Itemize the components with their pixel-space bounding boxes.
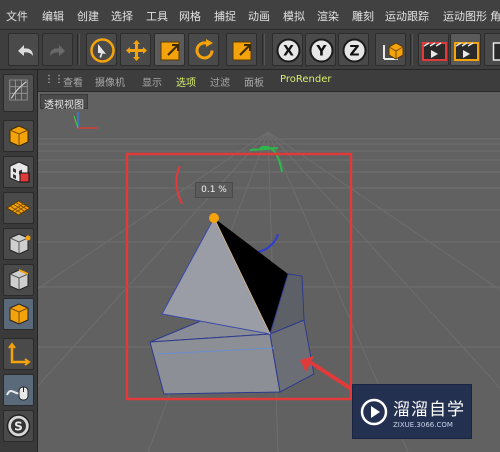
menu-edit[interactable]: 编辑 <box>42 8 64 24</box>
viewport-menu-view[interactable]: 查看 <box>63 74 83 89</box>
toolbar-separator <box>410 34 413 65</box>
render-settings-button[interactable] <box>484 33 500 66</box>
world-axis-gizmo <box>73 112 98 129</box>
coordinate-system-button[interactable] <box>375 33 406 66</box>
model-mode-icon <box>9 125 29 147</box>
menu-file[interactable]: 文件 <box>6 8 28 24</box>
x-axis-icon: X <box>276 38 301 63</box>
rotate-icon <box>195 39 214 60</box>
main-toolbar: X Y Z <box>0 30 500 70</box>
scale-icon <box>160 41 180 61</box>
viewport-menu-filter[interactable]: 过滤 <box>210 74 230 89</box>
pyramid-object[interactable] <box>161 213 305 335</box>
live-selection-button[interactable] <box>86 33 117 66</box>
workplane-icon <box>6 200 31 216</box>
viewport-menu-prorender[interactable]: ProRender <box>280 74 331 85</box>
zoom-percent-readout: 0.1 % <box>195 182 233 198</box>
viewport-grip-icon[interactable]: ⋮⋮ <box>44 74 64 85</box>
model-mode-button[interactable] <box>3 120 34 152</box>
menu-snap[interactable]: 捕捉 <box>214 8 236 24</box>
undo-button[interactable] <box>8 33 39 66</box>
scale-icon <box>232 41 252 61</box>
render-settings-icon <box>492 42 500 61</box>
make-editable-button[interactable] <box>3 74 34 112</box>
watermark-play-icon <box>360 398 388 426</box>
viewport-menu: ⋮⋮ 查看 摄像机 显示 选项 过滤 面板 ProRender <box>38 70 500 92</box>
points-mode-button[interactable] <box>3 228 34 260</box>
edges-mode-button[interactable] <box>3 264 34 296</box>
z-axis-icon: Z <box>342 38 367 63</box>
redo-icon <box>50 45 65 56</box>
snap-button[interactable]: S <box>3 410 34 442</box>
svg-text:S: S <box>14 420 23 434</box>
render-view-icon <box>454 42 479 61</box>
apex-point-handle[interactable] <box>209 213 219 223</box>
menu-mograph[interactable]: 运动图形 <box>443 8 487 24</box>
menu-mesh[interactable]: 网格 <box>179 8 201 24</box>
axis-mode-button[interactable] <box>3 338 34 370</box>
texture-mode-button[interactable] <box>3 156 34 188</box>
viewport-menu-options[interactable]: 选项 <box>176 74 196 89</box>
toolbar-separator <box>262 34 265 65</box>
watermark: 溜溜自学 ZIXUE.3066.COM <box>352 384 472 439</box>
y-axis-button[interactable]: Y <box>305 33 336 66</box>
last-tool-button[interactable] <box>226 33 257 66</box>
x-axis-button[interactable]: X <box>272 33 303 66</box>
viewport-label: 透视视图 <box>40 94 88 111</box>
menu-motion-tracking[interactable]: 运动跟踪 <box>385 8 429 24</box>
workplane-button[interactable] <box>3 192 34 224</box>
menu-render[interactable]: 渲染 <box>317 8 339 24</box>
menu-character[interactable]: 角 <box>490 8 500 24</box>
menu-sculpt[interactable]: 雕刻 <box>352 8 374 24</box>
gizmo-blue-arc <box>257 233 279 253</box>
scale-button[interactable] <box>154 33 185 66</box>
redo-button[interactable] <box>42 33 73 66</box>
tweak-mode-icon <box>6 386 29 401</box>
move-button[interactable] <box>120 33 151 66</box>
axis-mode-icon <box>8 342 31 366</box>
snap-icon: S <box>6 414 31 438</box>
viewport-menu-camera[interactable]: 摄像机 <box>95 74 125 89</box>
live-selection-icon <box>90 38 115 63</box>
texture-mode-icon <box>9 161 30 183</box>
menu-simulate[interactable]: 模拟 <box>283 8 305 24</box>
menu-tools[interactable]: 工具 <box>146 8 168 24</box>
y-axis-icon: Y <box>309 38 334 63</box>
menu-create[interactable]: 创建 <box>77 8 99 24</box>
menu-bar: 文件 编辑 创建 选择 工具 网格 捕捉 动画 模拟 渲染 雕刻 运动跟踪 运动… <box>0 0 500 30</box>
left-palette: S <box>0 70 38 452</box>
x-axis-label: X <box>283 44 294 60</box>
polygons-mode-icon <box>9 303 29 325</box>
menu-animate[interactable]: 动画 <box>248 8 270 24</box>
points-mode-icon <box>9 233 31 255</box>
coordinate-system-icon <box>383 42 404 60</box>
tweak-mode-button[interactable] <box>3 374 34 406</box>
watermark-subtitle: ZIXUE.3066.COM <box>393 421 453 429</box>
render-view-button[interactable] <box>450 33 481 66</box>
y-axis-label: Y <box>315 44 327 60</box>
box-object[interactable] <box>149 317 315 395</box>
menu-select[interactable]: 选择 <box>111 8 133 24</box>
z-axis-label: Z <box>349 44 359 60</box>
edges-mode-icon <box>9 269 29 291</box>
watermark-title: 溜溜自学 <box>393 400 465 420</box>
viewport-menu-display[interactable]: 显示 <box>142 74 162 89</box>
make-editable-icon <box>9 79 28 101</box>
render-region-button[interactable] <box>418 33 449 66</box>
viewport-menu-panel[interactable]: 面板 <box>244 74 264 89</box>
render-region-icon <box>422 42 447 61</box>
toolbar-separator <box>77 34 80 65</box>
rotate-button[interactable] <box>188 33 219 66</box>
z-axis-button[interactable]: Z <box>338 33 369 66</box>
move-icon <box>126 40 147 61</box>
polygons-mode-button[interactable] <box>3 298 34 330</box>
undo-icon <box>18 45 33 56</box>
